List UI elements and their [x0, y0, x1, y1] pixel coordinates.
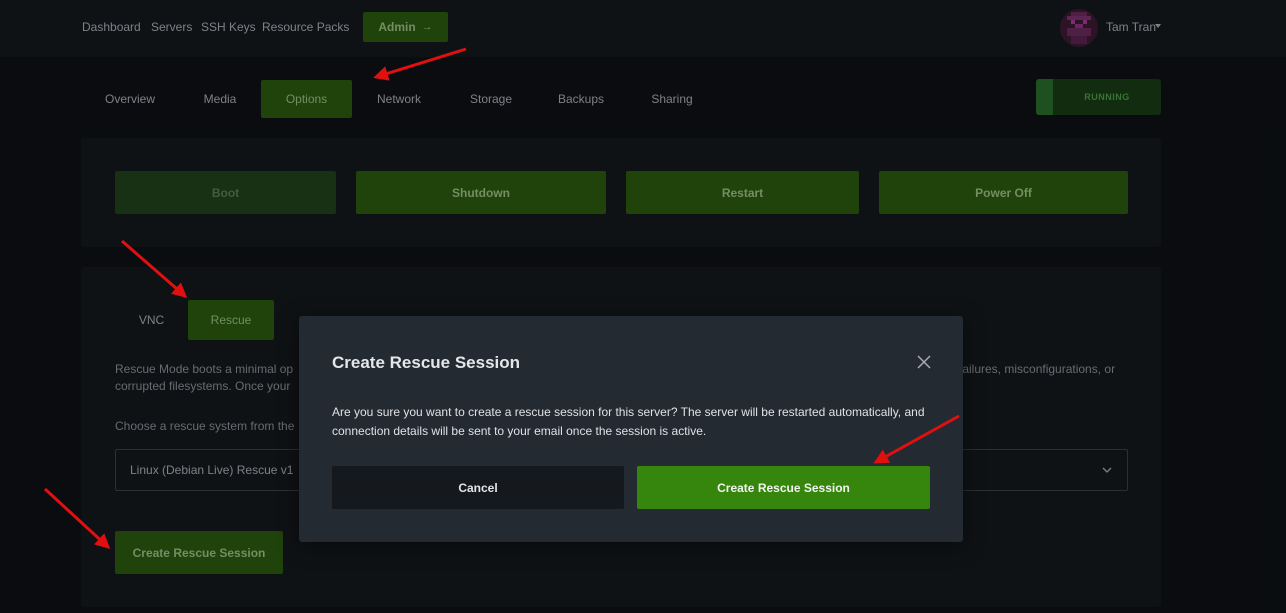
close-icon[interactable] [916, 354, 932, 370]
cancel-button[interactable]: Cancel [332, 466, 624, 509]
confirm-create-rescue-session-button[interactable]: Create Rescue Session [637, 466, 930, 509]
modal-title: Create Rescue Session [332, 353, 521, 372]
modal-message: Are you sure you want to create a rescue… [332, 405, 925, 438]
create-rescue-dialog: Create Rescue Session Are you sure you w… [299, 316, 963, 542]
